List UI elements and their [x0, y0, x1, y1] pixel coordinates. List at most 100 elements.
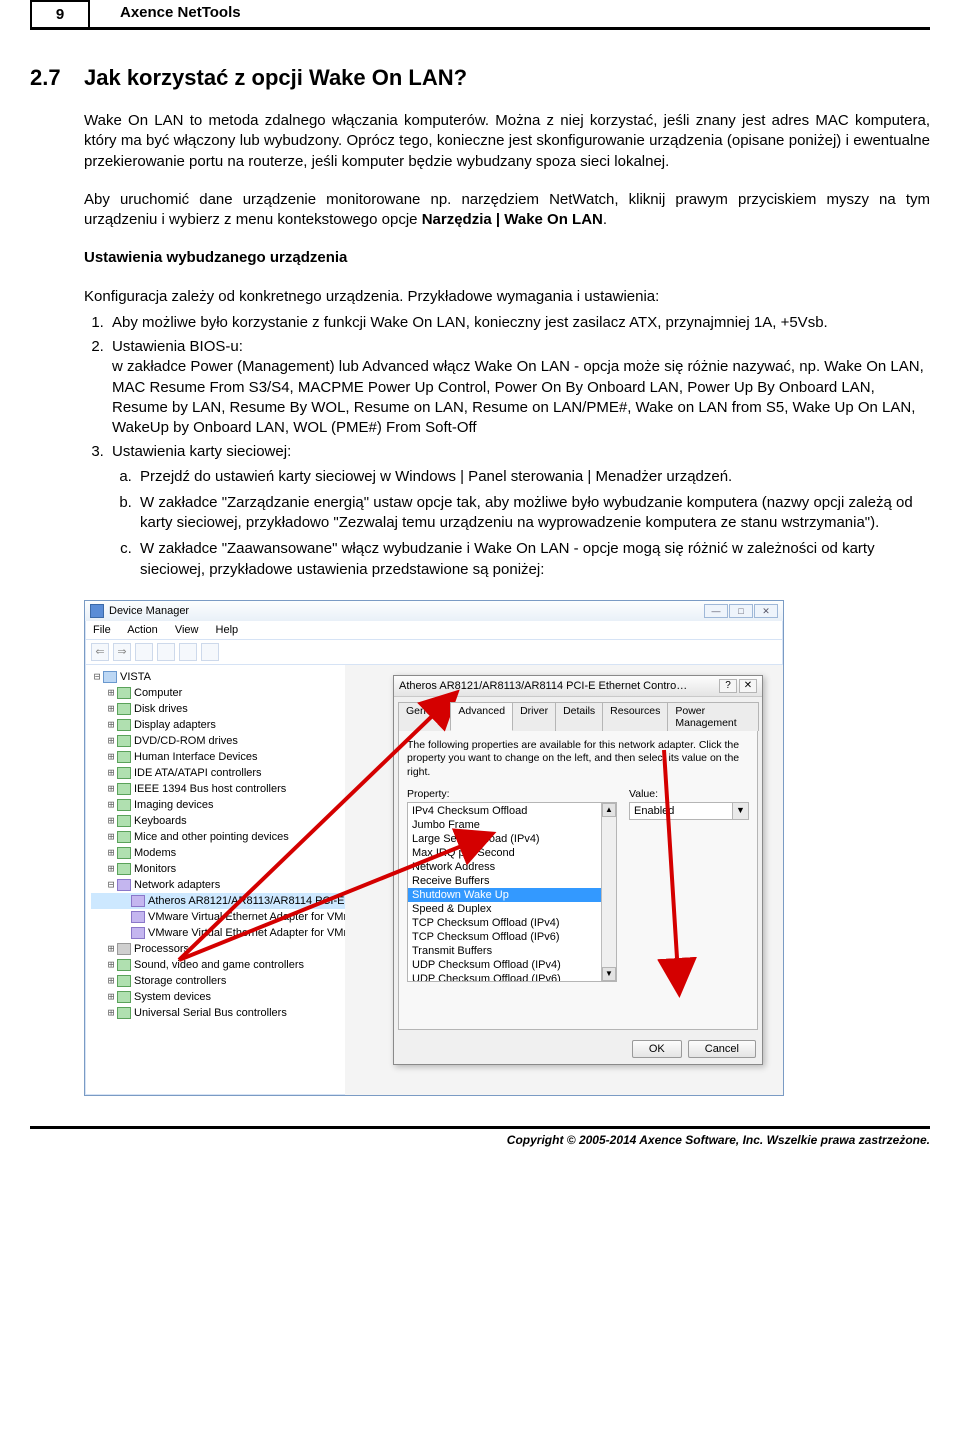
- listbox-scrollbar[interactable]: ▲ ▼: [601, 803, 616, 981]
- tree-row[interactable]: ⊞Disk drives: [91, 701, 345, 717]
- tab-power-management[interactable]: Power Management: [667, 702, 759, 731]
- property-item[interactable]: TCP Checksum Offload (IPv4): [408, 916, 616, 930]
- property-listbox[interactable]: IPv4 Checksum OffloadJumbo FrameLarge Se…: [407, 802, 617, 982]
- section-title: Jak korzystać z opcji Wake On LAN?: [84, 65, 467, 91]
- tree-row[interactable]: ⊞Imaging devices: [91, 797, 345, 813]
- cancel-button[interactable]: Cancel: [688, 1040, 756, 1058]
- tree-row[interactable]: Atheros AR8121/AR8113/AR8114 PCI-E Ether: [91, 893, 345, 909]
- value-dropdown[interactable]: Enabled ▼: [629, 802, 749, 820]
- property-item[interactable]: Large Send Offload (IPv4): [408, 832, 616, 846]
- tree-row[interactable]: ⊞Universal Serial Bus controllers: [91, 1005, 345, 1021]
- tab-resources[interactable]: Resources: [602, 702, 668, 731]
- nic-step-a: Przejdź do ustawień karty sieciowej w Wi…: [136, 467, 930, 487]
- header-product: Axence NetTools: [90, 0, 241, 27]
- req3-head: Ustawienia karty sieciowej:: [112, 443, 291, 460]
- page-header: 9 Axence NetTools: [30, 0, 930, 30]
- tree-row[interactable]: ⊞Mice and other pointing devices: [91, 829, 345, 845]
- req-item-3: Ustawienia karty sieciowej: Przejdź do u…: [108, 442, 930, 580]
- property-item[interactable]: UDP Checksum Offload (IPv4): [408, 958, 616, 972]
- ok-button[interactable]: OK: [632, 1040, 682, 1058]
- scroll-up-button[interactable]: ▲: [602, 803, 616, 817]
- property-item[interactable]: Shutdown Wake Up: [408, 888, 616, 902]
- tree-row[interactable]: ⊟VISTA: [91, 669, 345, 685]
- nic-step-c: W zakładce "Zaawansowane" włącz wybudzan…: [136, 539, 930, 580]
- toolbar-button-5[interactable]: [179, 643, 197, 661]
- page-number: 9: [30, 0, 90, 27]
- screenshot-figure: Device Manager — □ ✕ File Action View He…: [84, 600, 930, 1096]
- nic-step-b: W zakładce "Zarządzanie energią" ustaw o…: [136, 493, 930, 534]
- dm-menubar: File Action View Help: [85, 621, 783, 640]
- property-item[interactable]: Transmit Buffers: [408, 944, 616, 958]
- property-item[interactable]: Receive Buffers: [408, 874, 616, 888]
- chevron-down-icon[interactable]: ▼: [732, 803, 748, 819]
- tab-details[interactable]: Details: [555, 702, 603, 731]
- tree-row[interactable]: ⊞Keyboards: [91, 813, 345, 829]
- tree-row[interactable]: ⊞Modems: [91, 845, 345, 861]
- section-number: 2.7: [30, 65, 84, 91]
- nic-sublist: Przejdź do ustawień karty sieciowej w Wi…: [112, 467, 930, 580]
- dm-title: Device Manager: [109, 605, 189, 617]
- toolbar-button-3[interactable]: [135, 643, 153, 661]
- tree-row[interactable]: ⊞Display adapters: [91, 717, 345, 733]
- p2-bold: Narzędzia | Wake On LAN: [422, 211, 603, 228]
- tree-row[interactable]: ⊞Processors: [91, 941, 345, 957]
- toolbar-button-6[interactable]: [201, 643, 219, 661]
- menu-help[interactable]: Help: [216, 624, 239, 636]
- property-item[interactable]: Speed & Duplex: [408, 902, 616, 916]
- dm-titlebar: Device Manager — □ ✕: [85, 601, 783, 621]
- intro-paragraph-1: Wake On LAN to metoda zdalnego włączania…: [84, 111, 930, 172]
- help-button[interactable]: ?: [719, 679, 737, 693]
- menu-action[interactable]: Action: [127, 624, 158, 636]
- menu-view[interactable]: View: [175, 624, 199, 636]
- properties-dialog: Atheros AR8121/AR8113/AR8114 PCI-E Ether…: [393, 675, 763, 1065]
- dm-toolbar: [85, 640, 783, 665]
- p2-part-c: .: [603, 211, 607, 228]
- maximize-button[interactable]: □: [729, 604, 753, 618]
- close-button[interactable]: ✕: [754, 604, 778, 618]
- tree-row[interactable]: ⊞IDE ATA/ATAPI controllers: [91, 765, 345, 781]
- tabs-row: General Advanced Driver Details Resource…: [394, 697, 762, 730]
- menu-file[interactable]: File: [93, 624, 111, 636]
- tree-row[interactable]: VMware Virtual Ethernet Adapter for VMne…: [91, 909, 345, 925]
- tree-row[interactable]: ⊞Human Interface Devices: [91, 749, 345, 765]
- advanced-tab-panel: The following properties are available f…: [398, 730, 758, 1030]
- prop-close-button[interactable]: ✕: [739, 679, 757, 693]
- minimize-button[interactable]: —: [704, 604, 728, 618]
- req2-head: Ustawienia BIOS-u:: [112, 338, 243, 355]
- tree-row[interactable]: ⊞Computer: [91, 685, 345, 701]
- tree-row[interactable]: ⊞IEEE 1394 Bus host controllers: [91, 781, 345, 797]
- list-intro: Konfiguracja zależy od konkretnego urząd…: [84, 287, 930, 307]
- property-item[interactable]: IPv4 Checksum Offload: [408, 804, 616, 818]
- tab-general[interactable]: General: [398, 702, 451, 731]
- tree-row[interactable]: ⊞Sound, video and game controllers: [91, 957, 345, 973]
- toolbar-button-4[interactable]: [157, 643, 175, 661]
- tree-row[interactable]: ⊟Network adapters: [91, 877, 345, 893]
- prop-title: Atheros AR8121/AR8113/AR8114 PCI-E Ether…: [399, 680, 689, 692]
- property-item[interactable]: TCP Checksum Offload (IPv6): [408, 930, 616, 944]
- tree-row[interactable]: ⊞Storage controllers: [91, 973, 345, 989]
- prop-titlebar: Atheros AR8121/AR8113/AR8114 PCI-E Ether…: [394, 676, 762, 697]
- req2-body: w zakładce Power (Management) lub Advanc…: [112, 358, 924, 436]
- section-heading: 2.7 Jak korzystać z opcji Wake On LAN?: [30, 65, 930, 91]
- tab-description: The following properties are available f…: [407, 739, 749, 780]
- tree-row[interactable]: ⊞DVD/CD-ROM drives: [91, 733, 345, 749]
- back-button[interactable]: [91, 643, 109, 661]
- property-item[interactable]: Max IRQ per Second: [408, 846, 616, 860]
- req-item-2: Ustawienia BIOS-u: w zakładce Power (Man…: [108, 337, 930, 438]
- value-label: Value:: [629, 788, 749, 800]
- device-tree[interactable]: ⊟VISTA⊞Computer⊞Disk drives⊞Display adap…: [85, 665, 345, 1095]
- tree-row[interactable]: ⊞System devices: [91, 989, 345, 1005]
- forward-button[interactable]: [113, 643, 131, 661]
- scroll-down-button[interactable]: ▼: [602, 967, 616, 981]
- tree-row[interactable]: VMware Virtual Ethernet Adapter for VMne…: [91, 925, 345, 941]
- value-text: Enabled: [630, 803, 732, 819]
- property-item[interactable]: UDP Checksum Offload (IPv6): [408, 972, 616, 982]
- property-label: Property:: [407, 788, 617, 800]
- property-item[interactable]: Network Address: [408, 860, 616, 874]
- dm-right-pane: Atheros AR8121/AR8113/AR8114 PCI-E Ether…: [345, 665, 783, 1095]
- tab-driver[interactable]: Driver: [512, 702, 556, 731]
- property-item[interactable]: Jumbo Frame: [408, 818, 616, 832]
- tree-row[interactable]: ⊞Monitors: [91, 861, 345, 877]
- device-manager-window: Device Manager — □ ✕ File Action View He…: [84, 600, 784, 1096]
- tab-advanced[interactable]: Advanced: [450, 702, 513, 731]
